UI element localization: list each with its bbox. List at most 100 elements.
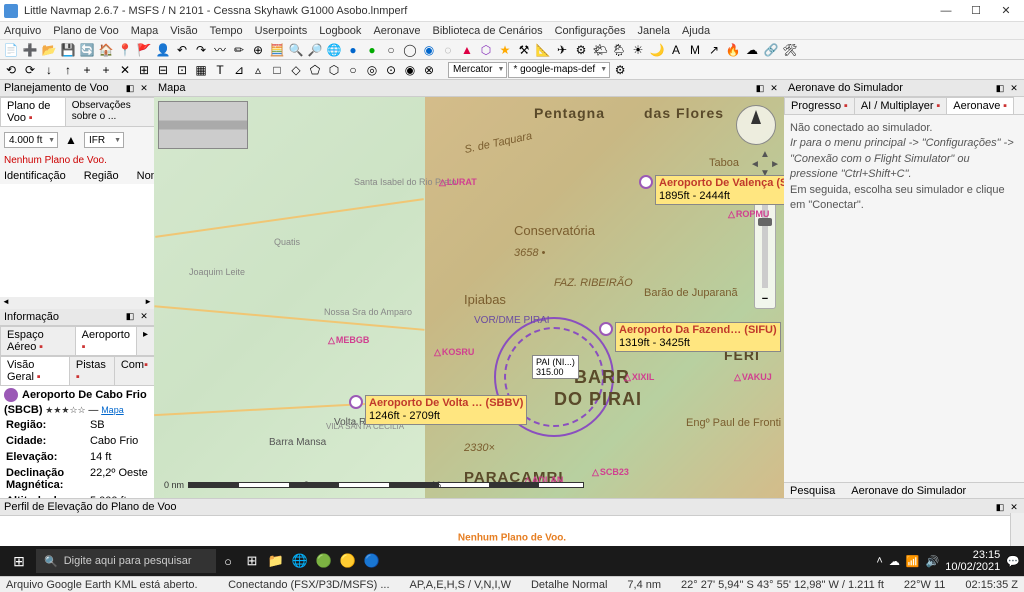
tb-c6[interactable]: ◌ <box>439 41 457 59</box>
cortana-icon[interactable]: ○ <box>216 549 240 573</box>
menu-aeronave[interactable]: Aeronave <box>373 25 420 37</box>
tb2-1[interactable]: ⟲ <box>2 61 20 79</box>
overview-map[interactable] <box>158 101 248 149</box>
tb-edit[interactable]: ✏ <box>230 41 248 59</box>
tb2-15[interactable]: □ <box>268 61 286 79</box>
tb-search[interactable]: 🔍 <box>287 41 305 59</box>
tb-arrow[interactable]: ↗ <box>705 41 723 59</box>
tb2-3[interactable]: ↓ <box>40 61 58 79</box>
tb-redo[interactable]: ↷ <box>192 41 210 59</box>
tb2-17[interactable]: ⬠ <box>306 61 324 79</box>
map-close-icon[interactable]: ✕ <box>768 82 780 94</box>
sim-float-icon[interactable]: ◧ <box>994 82 1006 94</box>
app1-icon[interactable]: 📁 <box>264 549 288 573</box>
altitude-combo[interactable]: 4.000 ft <box>4 132 58 148</box>
tb2-19[interactable]: ○ <box>344 61 362 79</box>
menu-logbook[interactable]: Logbook <box>319 25 361 37</box>
taskview-icon[interactable]: ⊞ <box>240 549 264 573</box>
zoom-out-button[interactable]: − <box>755 290 775 308</box>
menu-janela[interactable]: Janela <box>638 25 670 37</box>
tb2-14[interactable]: ▵ <box>249 61 267 79</box>
menu-biblioteca[interactable]: Biblioteca de Cenários <box>433 25 543 37</box>
col-id[interactable]: Identificação <box>4 170 66 182</box>
tb-undo[interactable]: ↶ <box>173 41 191 59</box>
start-button[interactable]: ⊞ <box>4 546 34 576</box>
tb-c3[interactable]: ○ <box>382 41 400 59</box>
tb2-16[interactable]: ◇ <box>287 61 305 79</box>
rule-combo[interactable]: IFR <box>84 132 124 148</box>
tb-globe[interactable]: 🌐 <box>325 41 343 59</box>
info-close-icon[interactable]: ✕ <box>138 311 150 323</box>
tb2-13[interactable]: ⊿ <box>230 61 248 79</box>
search-tab[interactable]: Pesquisa <box>790 485 835 497</box>
info-float-icon[interactable]: ◧ <box>124 311 136 323</box>
app2-icon[interactable]: 🌐 <box>288 549 312 573</box>
tab-general[interactable]: Visão Geral ▪ <box>0 356 70 385</box>
projection-combo[interactable]: Mercator <box>448 62 507 78</box>
tab-obs[interactable]: Observações sobre o ... <box>65 97 155 126</box>
tb-w1[interactable]: 🌤 <box>591 41 609 59</box>
tb-c2[interactable]: ● <box>363 41 381 59</box>
tb-zoomin[interactable]: 🔎 <box>306 41 324 59</box>
tb-c1[interactable]: ● <box>344 41 362 59</box>
prof-close-icon[interactable]: ✕ <box>1008 501 1020 513</box>
tb-last[interactable]: 🛠 <box>781 41 799 59</box>
tb2-2[interactable]: ⟳ <box>21 61 39 79</box>
tray-net-icon[interactable]: 📶 <box>906 555 920 568</box>
tb-save[interactable]: 💾 <box>59 41 77 59</box>
tray-notif-icon[interactable]: 💬 <box>1006 555 1020 568</box>
tab-more[interactable]: ▸ <box>136 326 155 355</box>
tab-ai[interactable]: AI / Multiplayer ▪ <box>854 97 947 114</box>
airport-maplink[interactable]: Mapa <box>101 405 124 415</box>
tb-w2[interactable]: 🌦 <box>610 41 628 59</box>
alt-up-icon[interactable]: ▲ <box>62 131 80 149</box>
menu-userpoints[interactable]: Userpoints <box>255 25 308 37</box>
tb-plane[interactable]: ✈ <box>553 41 571 59</box>
tb-hex[interactable]: ⬡ <box>477 41 495 59</box>
menu-ajuda[interactable]: Ajuda <box>682 25 710 37</box>
app3-icon[interactable]: 🟢 <box>312 549 336 573</box>
fp-close-icon[interactable]: ✕ <box>138 82 150 94</box>
scroll-right-icon[interactable]: ► <box>144 297 152 309</box>
close-button[interactable]: ✕ <box>992 2 1020 20</box>
tray-up-icon[interactable]: ˄ <box>876 555 882 567</box>
tb2-11[interactable]: ▦ <box>192 61 210 79</box>
tray-date[interactable]: 10/02/2021 <box>945 561 1000 573</box>
tb2-21[interactable]: ⊙ <box>382 61 400 79</box>
map-canvas[interactable]: ▲▼ ◄► + − Pentagna das Flores VALENÇ Tab… <box>154 97 784 498</box>
tb2-6[interactable]: + <box>97 61 115 79</box>
tb-route[interactable]: 〰 <box>211 41 229 59</box>
compass-icon[interactable] <box>736 105 776 145</box>
tb-gear[interactable]: ⚙ <box>572 41 590 59</box>
tb-link[interactable]: 🔗 <box>762 41 780 59</box>
menu-plano[interactable]: Plano de Voo <box>53 25 118 37</box>
tb-new[interactable]: 📄 <box>2 41 20 59</box>
tb-tool2[interactable]: 📐 <box>534 41 552 59</box>
tb-fire[interactable]: 🔥 <box>724 41 742 59</box>
tb-m[interactable]: M <box>686 41 704 59</box>
tab-airspace[interactable]: Espaço Aéreo ▪ <box>0 326 76 355</box>
tab-prog[interactable]: Progresso ▪ <box>784 97 855 114</box>
tb-c4[interactable]: ◯ <box>401 41 419 59</box>
tb-home[interactable]: 🏠 <box>97 41 115 59</box>
tab-airport[interactable]: Aeroporto ▪ <box>75 326 137 355</box>
scroll-left-icon[interactable]: ◄ <box>2 297 10 309</box>
tb-c5[interactable]: ◉ <box>420 41 438 59</box>
tab-plano[interactable]: Plano de Voo ▪ <box>0 97 66 126</box>
tb2-10[interactable]: ⊡ <box>173 61 191 79</box>
menu-tempo[interactable]: Tempo <box>210 25 243 37</box>
tb-add[interactable]: ➕ <box>21 41 39 59</box>
airport-sdvl[interactable]: Aeroporto De Valença (SDVL)1895ft - 2444… <box>639 175 784 205</box>
tb-cloud[interactable]: ☁ <box>743 41 761 59</box>
menu-config[interactable]: Configurações <box>555 25 626 37</box>
tb2-8[interactable]: ⊞ <box>135 61 153 79</box>
tb2-18[interactable]: ⬡ <box>325 61 343 79</box>
tb2-settings[interactable]: ⚙ <box>611 61 629 79</box>
minimize-button[interactable]: — <box>932 2 960 20</box>
tb2-7[interactable]: ✕ <box>116 61 134 79</box>
tb-user[interactable]: 👤 <box>154 41 172 59</box>
tray-vol-icon[interactable]: 🔊 <box>926 555 940 568</box>
tb2-23[interactable]: ⊗ <box>420 61 438 79</box>
tb-coord[interactable]: ⊕ <box>249 41 267 59</box>
tab-aircraft[interactable]: Aeronave ▪ <box>946 97 1014 114</box>
